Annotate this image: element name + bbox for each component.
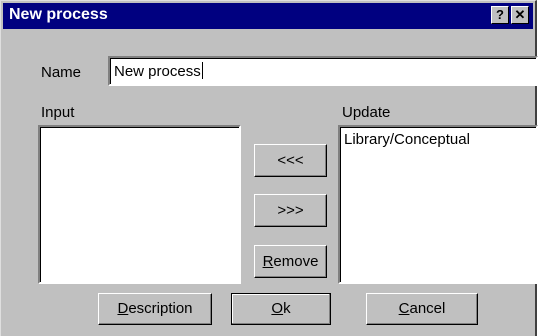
description-button[interactable]: Description (98, 293, 212, 325)
help-icon[interactable]: ? (491, 6, 509, 24)
name-field-value: New process (114, 62, 203, 80)
remove-button[interactable]: Remove (254, 245, 327, 278)
ok-label: k (283, 300, 291, 317)
update-label: Update (342, 104, 391, 121)
close-icon[interactable]: ✕ (511, 6, 529, 24)
move-left-button[interactable]: <<< (254, 144, 327, 177)
new-process-dialog: New process ? ✕ Name New process Input U… (0, 0, 538, 336)
update-list[interactable]: Library/Conceptual (338, 125, 538, 284)
input-label: Input (41, 104, 75, 121)
cancel-button[interactable]: Cancel (366, 293, 478, 325)
window-title: New process (9, 6, 108, 23)
name-label: Name (41, 64, 82, 81)
text-caret (201, 62, 203, 79)
remove-label: emove (273, 253, 319, 270)
description-label: escription (128, 300, 193, 317)
description-mnemonic: D (117, 300, 129, 317)
list-item[interactable]: Library/Conceptual (344, 131, 470, 148)
input-list[interactable] (38, 125, 241, 284)
name-field[interactable]: New process (108, 56, 538, 86)
cancel-mnemonic: C (398, 300, 410, 317)
cancel-label: ancel (409, 300, 446, 317)
ok-mnemonic: O (271, 300, 284, 317)
title-bar[interactable]: New process ? ✕ (3, 3, 533, 29)
remove-mnemonic: R (262, 253, 274, 270)
ok-button[interactable]: Ok (231, 293, 331, 325)
move-right-button[interactable]: >>> (254, 194, 327, 227)
